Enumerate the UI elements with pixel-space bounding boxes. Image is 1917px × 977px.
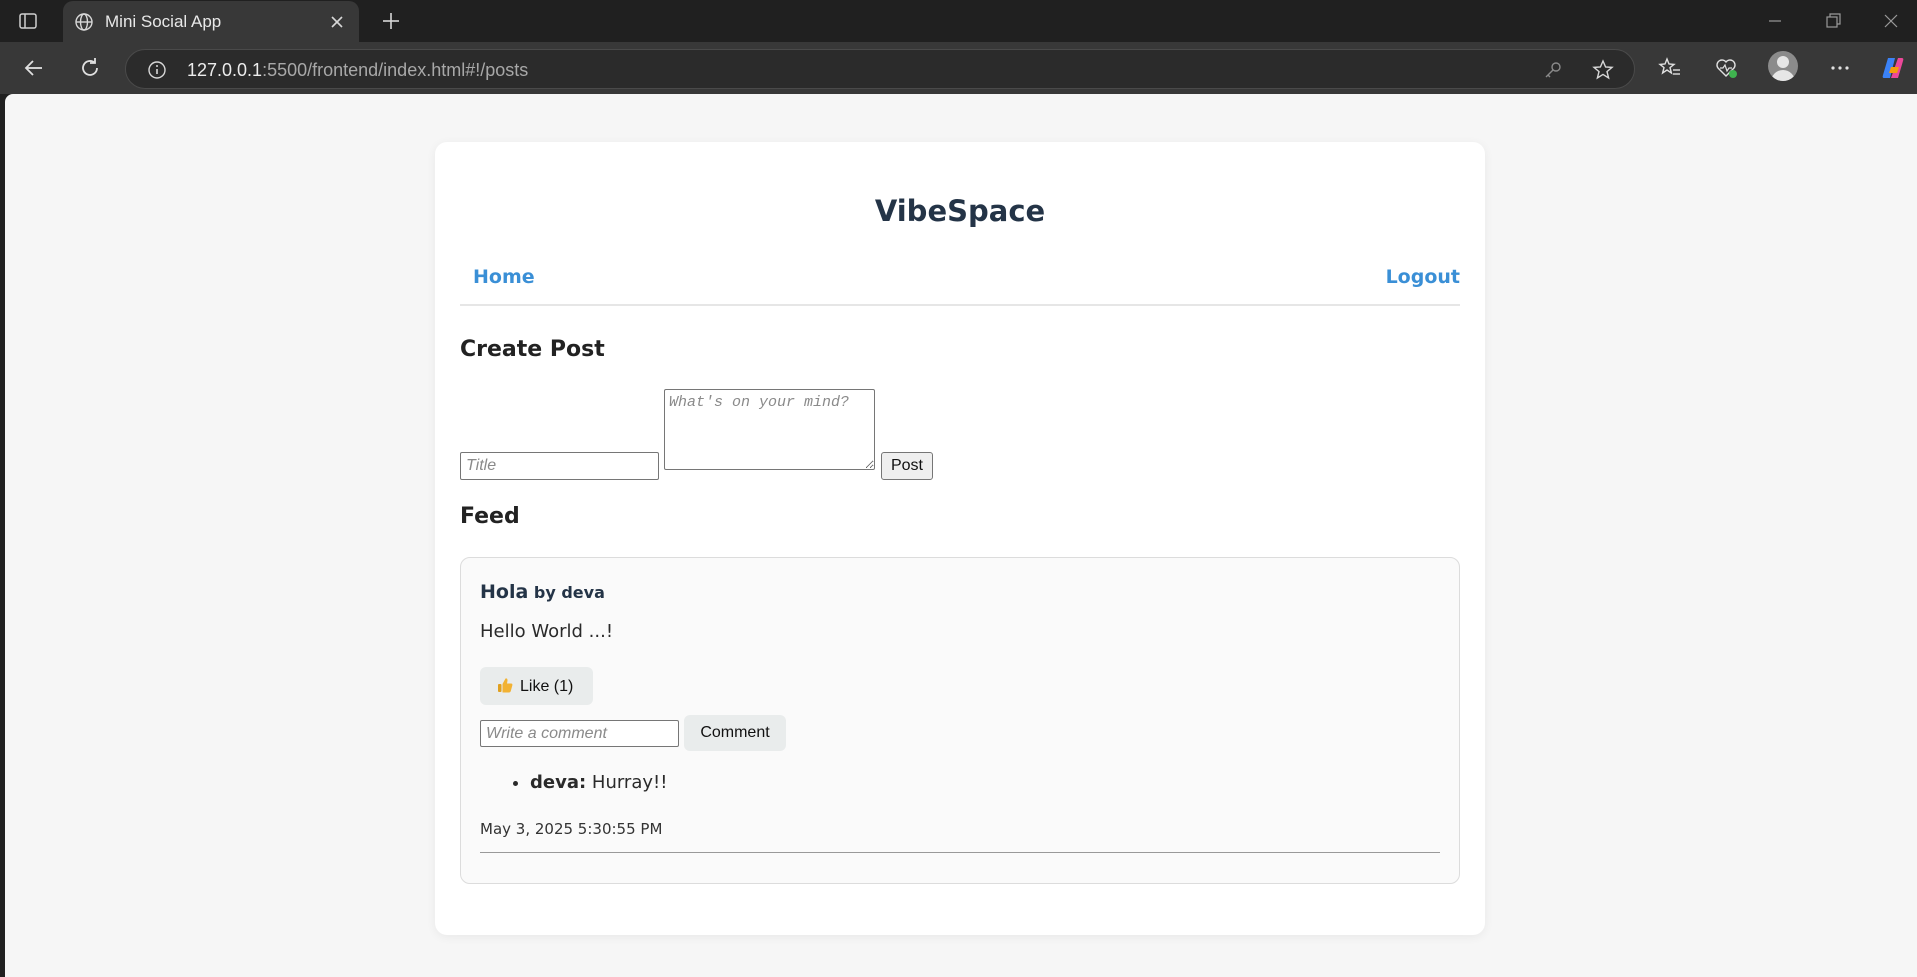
page-viewport: VibeSpace Home Logout Create Post Post F…: [5, 94, 1917, 977]
app-brand-title: VibeSpace: [874, 194, 1046, 228]
site-info-icon[interactable]: [146, 59, 168, 81]
create-post-heading: Create Post: [460, 337, 605, 362]
app-container: VibeSpace Home Logout Create Post Post F…: [435, 142, 1485, 935]
browser-essentials-icon[interactable]: [1714, 56, 1738, 80]
comment-list: deva: Hurray!!: [530, 772, 667, 793]
post-card: Hola by deva Hello World ...! Like (1) C…: [460, 557, 1460, 884]
post-divider: [480, 852, 1440, 853]
browser-tab-bar: Mini Social App: [0, 0, 1917, 42]
globe-icon: [75, 13, 93, 31]
key-icon[interactable]: [1542, 59, 1564, 81]
post-body-textarea[interactable]: [664, 389, 875, 470]
url-text: 127.0.0.1:5500/frontend/index.html#!/pos…: [187, 60, 529, 80]
nav-logout-link[interactable]: Logout: [1386, 266, 1460, 288]
more-options-icon[interactable]: [1828, 56, 1852, 80]
favorites-list-icon[interactable]: [1658, 56, 1682, 80]
favorite-star-icon[interactable]: [1591, 58, 1615, 82]
top-nav: Home Logout: [460, 265, 1460, 306]
tab-title: Mini Social App: [105, 12, 222, 31]
browser-toolbar: 127.0.0.1:5500/frontend/index.html#!/pos…: [0, 42, 1917, 94]
nav-home-link[interactable]: Home: [473, 266, 535, 288]
back-arrow-icon[interactable]: [22, 56, 46, 80]
post-submit-button[interactable]: Post: [881, 452, 933, 480]
new-tab-icon[interactable]: [380, 10, 402, 32]
comment-item: deva: Hurray!!: [530, 772, 667, 793]
window-close-icon[interactable]: [1880, 10, 1902, 32]
reload-icon[interactable]: [78, 56, 102, 80]
restore-icon[interactable]: [1822, 10, 1844, 32]
thumbs-up-icon: [498, 678, 513, 693]
minimize-icon[interactable]: [1764, 10, 1786, 32]
like-button-label: Like (1): [520, 678, 574, 695]
feed-heading: Feed: [460, 504, 520, 529]
browser-tab-active[interactable]: Mini Social App: [63, 1, 359, 42]
post-body-text: Hello World ...!: [480, 621, 614, 642]
comment-submit-button[interactable]: Comment: [684, 715, 786, 751]
close-icon[interactable]: [327, 12, 347, 32]
sidebar-toggle-icon[interactable]: [18, 11, 38, 31]
post-timestamp: May 3, 2025 5:30:55 PM: [480, 820, 663, 838]
post-title-input[interactable]: [460, 452, 659, 480]
comment-input[interactable]: [480, 720, 679, 747]
like-button[interactable]: Like (1): [480, 667, 593, 705]
copilot-icon[interactable]: [1880, 55, 1906, 81]
post-title: Hola by deva: [480, 581, 605, 603]
post-title-text: Hola: [480, 581, 529, 603]
comment-author: deva:: [530, 772, 587, 793]
address-bar[interactable]: 127.0.0.1:5500/frontend/index.html#!/pos…: [125, 49, 1635, 89]
profile-avatar-icon[interactable]: [1768, 51, 1798, 81]
post-author-byline: by deva: [533, 583, 605, 602]
comment-text: Hurray!!: [591, 772, 668, 793]
